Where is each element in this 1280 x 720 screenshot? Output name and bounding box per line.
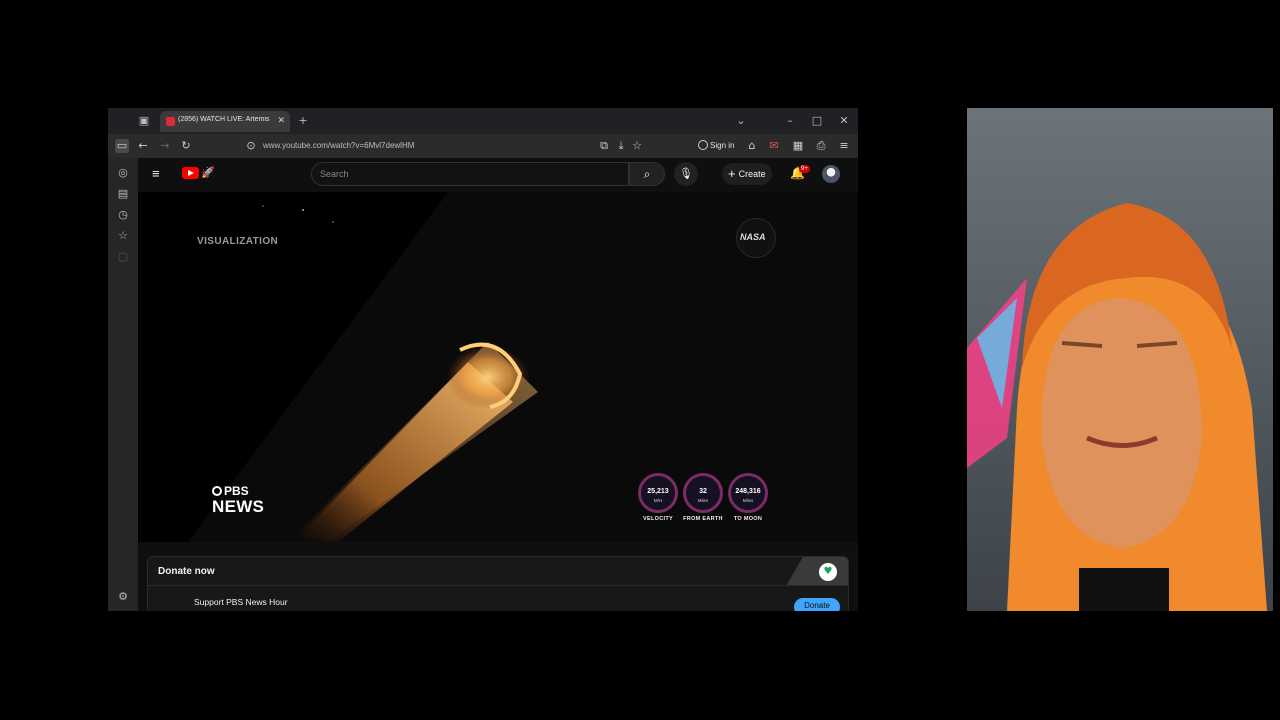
distance-to-moon-label: TO MOON bbox=[733, 516, 763, 522]
distance-from-earth-label: FROM EARTH bbox=[683, 516, 723, 522]
velocity-value: 25,213 bbox=[647, 488, 669, 495]
back-icon[interactable]: ← bbox=[136, 139, 150, 153]
distance-from-earth-unit: Miles bbox=[697, 498, 709, 503]
download-icon[interactable]: ⤓ bbox=[614, 139, 628, 153]
search-button[interactable]: ⌕ bbox=[629, 162, 665, 186]
video-player[interactable]: VISUALIZATION NASA PBS NEWS 25,213 M/H V… bbox=[138, 192, 858, 542]
site-info-icon[interactable]: ⊙ bbox=[244, 139, 258, 153]
ai-assistant-icon[interactable]: ◎ bbox=[116, 166, 130, 180]
velocity-gauge: 25,213 M/H bbox=[638, 473, 678, 513]
youtube-header: ≡ 🚀 ⌕ 🎙 +Create 🔔 9+ bbox=[138, 158, 858, 192]
youtube-page: ≡ 🚀 ⌕ 🎙 +Create 🔔 9+ bbox=[138, 158, 858, 611]
notification-badge: 9+ bbox=[799, 165, 810, 173]
print-icon[interactable]: ⎙ bbox=[814, 139, 828, 153]
search-icon: ⌕ bbox=[643, 167, 651, 181]
reload-icon[interactable]: ↻ bbox=[179, 139, 193, 153]
browser-side-rail: ◎ ▤ ◷ ☆ ▢ ⚙ bbox=[108, 158, 138, 611]
new-tab-icon[interactable]: + bbox=[296, 114, 310, 128]
browser-toolbar: ▭ ← → ↻ ⊙ www.youtube.com/watch?v=6Mvl7d… bbox=[108, 134, 858, 158]
settings-gear-icon[interactable]: ⚙ bbox=[116, 590, 130, 604]
menu-icon[interactable]: ≡ bbox=[837, 139, 851, 153]
sign-in-label: Sign in bbox=[710, 141, 735, 150]
pbs-news-logo: PBS NEWS bbox=[212, 484, 265, 516]
wallet-icon[interactable]: ▢ bbox=[116, 250, 130, 264]
distance-to-moon-unit: Miles bbox=[742, 498, 754, 503]
tab-bar: ▣ (2856) WATCH LIVE: Artemis II ✕ + ⌄ – … bbox=[108, 108, 858, 134]
maximize-icon[interactable]: □ bbox=[810, 114, 824, 128]
donate-card: Donate now ♥ Support PBS News Hour Donat… bbox=[147, 556, 849, 611]
search-input[interactable] bbox=[320, 167, 620, 181]
extension-icon[interactable]: ⌂ bbox=[745, 139, 759, 153]
divider bbox=[148, 585, 848, 586]
forward-icon[interactable]: → bbox=[158, 139, 172, 153]
distance-to-moon-gauge: 248,316 Miles bbox=[728, 473, 768, 513]
velocity-unit: M/H bbox=[653, 498, 663, 503]
microphone-icon: 🎙 bbox=[679, 167, 693, 180]
tab-groups-icon[interactable]: ▣ bbox=[137, 114, 151, 128]
velocity-label: VELOCITY bbox=[643, 516, 673, 522]
tab-list-icon[interactable]: ▤ bbox=[116, 187, 130, 201]
heart-icon: ♥ bbox=[819, 563, 837, 581]
mail-extension-icon[interactable]: ✉ bbox=[767, 139, 781, 153]
donate-heading: Donate now bbox=[158, 566, 215, 577]
youtube-favicon-icon bbox=[166, 117, 175, 126]
support-text: Support PBS News Hour bbox=[194, 597, 288, 607]
address-bar[interactable]: ⊙ www.youtube.com/watch?v=6Mvl7dewlHM bbox=[242, 137, 652, 155]
plus-icon: + bbox=[728, 166, 736, 181]
bookmark-star-icon[interactable]: ☆ bbox=[630, 139, 644, 153]
distance-from-earth-gauge: 32 Miles bbox=[683, 473, 723, 513]
favorites-icon[interactable]: ☆ bbox=[116, 229, 130, 243]
hamburger-menu-icon[interactable]: ≡ bbox=[152, 167, 164, 180]
address-url: www.youtube.com/watch?v=6Mvl7dewlHM bbox=[263, 141, 415, 150]
create-label: Create bbox=[738, 169, 766, 179]
visualization-label: VISUALIZATION bbox=[197, 236, 279, 247]
pbs-head-icon bbox=[212, 486, 222, 496]
minimize-icon[interactable]: – bbox=[783, 114, 797, 128]
sign-in-button[interactable]: Sign in bbox=[698, 138, 734, 154]
youtube-doodle-icon[interactable]: 🚀 bbox=[201, 166, 215, 179]
nasa-logo-icon: NASA bbox=[736, 218, 776, 258]
image-extension-icon[interactable]: ▦ bbox=[791, 139, 805, 153]
youtube-logo-icon[interactable] bbox=[182, 167, 199, 179]
tab-search-chevron-icon[interactable]: ⌄ bbox=[734, 114, 748, 128]
search-box bbox=[311, 162, 629, 186]
distance-to-moon-value: 248,316 bbox=[735, 488, 761, 495]
sidebar-toggle-icon[interactable]: ▭ bbox=[115, 139, 129, 153]
tab-title: (2856) WATCH LIVE: Artemis II bbox=[178, 116, 272, 123]
browser-window: ▣ (2856) WATCH LIVE: Artemis II ✕ + ⌄ – … bbox=[108, 108, 858, 611]
streamer-image bbox=[967, 108, 1273, 611]
donate-button[interactable]: Donate bbox=[794, 598, 840, 611]
profile-icon bbox=[698, 140, 708, 150]
account-avatar[interactable] bbox=[822, 165, 840, 183]
history-icon[interactable]: ◷ bbox=[116, 208, 130, 222]
tab-close-icon[interactable]: ✕ bbox=[277, 115, 285, 126]
picture-in-picture-icon[interactable]: ⧉ bbox=[597, 139, 611, 153]
voice-search-button[interactable]: 🎙 bbox=[674, 162, 698, 186]
webcam-feed bbox=[967, 108, 1273, 611]
browser-tab[interactable]: (2856) WATCH LIVE: Artemis II ✕ bbox=[160, 111, 290, 132]
distance-from-earth-value: 32 bbox=[699, 488, 707, 495]
create-button[interactable]: + Create bbox=[722, 163, 772, 185]
close-window-icon[interactable]: ✕ bbox=[837, 114, 851, 128]
